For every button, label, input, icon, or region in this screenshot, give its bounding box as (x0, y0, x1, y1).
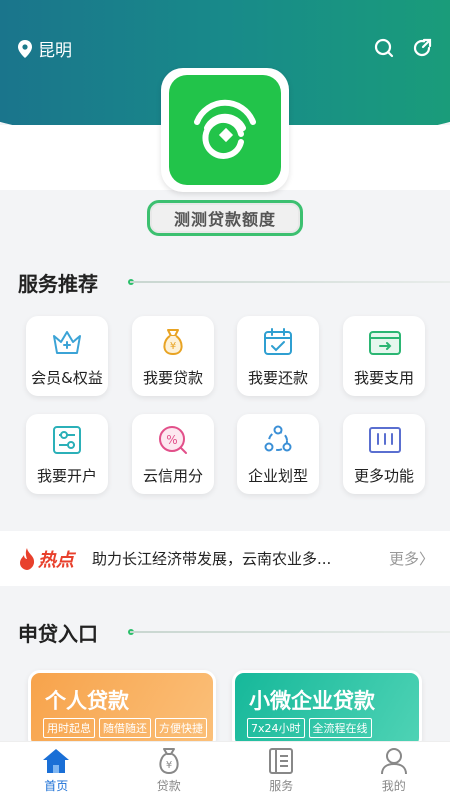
tab-loan[interactable]: ¥ 贷款 (113, 742, 226, 800)
loan-tag: 用时起息 (43, 718, 95, 738)
hot-more-link[interactable]: 更多〉 (389, 548, 434, 569)
money-bag-icon: ¥ (163, 329, 183, 356)
services-section-title: 服务推荐 (18, 272, 98, 296)
hot-news-bar[interactable]: 热点 助力长江经济带发展，云南农业多... 更多〉 (0, 531, 450, 586)
service-enterprise-classification[interactable]: 企业划型 (237, 414, 319, 494)
tab-profile[interactable]: 我的 (338, 742, 450, 800)
home-icon (43, 749, 70, 773)
check-loan-quota-button[interactable]: 测测贷款额度 (147, 200, 303, 236)
service-drawdown[interactable]: 我要支用 (343, 316, 425, 396)
city-label: 昆明 (38, 41, 72, 61)
credit-score-icon: % (159, 426, 187, 454)
service-open-account[interactable]: 我要开户 (26, 414, 108, 494)
app-logo (161, 68, 289, 192)
svg-text:¥: ¥ (166, 760, 172, 771)
network-icon (264, 425, 292, 452)
location-selector[interactable]: 昆明 (18, 36, 72, 61)
small-business-loan-card[interactable]: 小微企业贷款 7x24小时 全流程在线 (232, 670, 422, 750)
service-loan[interactable]: ¥ 我要贷款 (132, 316, 214, 396)
wallet-logo-icon (194, 99, 256, 159)
personal-loan-card[interactable]: 个人贷款 用时起息 随借随还 方便快捷 (28, 670, 216, 750)
svg-text:%: % (166, 433, 177, 447)
flame-icon (20, 547, 35, 570)
loan-tag: 7x24小时 (247, 718, 305, 738)
service-credit-score[interactable]: % 云信用分 (132, 414, 214, 494)
loan-tag: 方便快捷 (155, 718, 207, 738)
calendar-check-icon (264, 328, 292, 355)
service-repayment[interactable]: 我要还款 (237, 316, 319, 396)
search-icon[interactable] (374, 38, 394, 58)
crown-icon (53, 331, 81, 354)
loan-card-title: 个人贷款 (45, 689, 129, 713)
loan-card-title: 小微企业贷款 (249, 689, 375, 713)
section-divider (130, 281, 450, 283)
hot-label: 热点 (38, 549, 74, 571)
service-membership[interactable]: 会员&权益 (26, 316, 108, 396)
bottom-tab-bar: 首页 ¥ 贷款 服务 我的 (0, 741, 450, 800)
location-pin-icon (18, 39, 32, 58)
tab-services[interactable]: 服务 (225, 742, 338, 800)
card-transfer-icon (369, 331, 401, 355)
settings-sliders-icon (53, 426, 81, 454)
section-divider (130, 631, 450, 633)
service-more-functions[interactable]: 更多功能 (343, 414, 425, 494)
share-icon[interactable] (412, 38, 432, 58)
loan-tag: 全流程在线 (308, 718, 372, 738)
loan-tag: 随借随还 (99, 718, 151, 738)
hot-news-text[interactable]: 助力长江经济带发展，云南农业多... (92, 548, 331, 569)
document-list-icon (269, 748, 294, 774)
money-bag-outline-icon: ¥ (159, 748, 179, 775)
more-grid-icon (369, 427, 401, 453)
tab-home[interactable]: 首页 (0, 742, 113, 800)
user-icon (380, 748, 407, 775)
loan-entry-section-title: 申贷入口 (18, 622, 98, 646)
svg-text:¥: ¥ (170, 341, 176, 352)
